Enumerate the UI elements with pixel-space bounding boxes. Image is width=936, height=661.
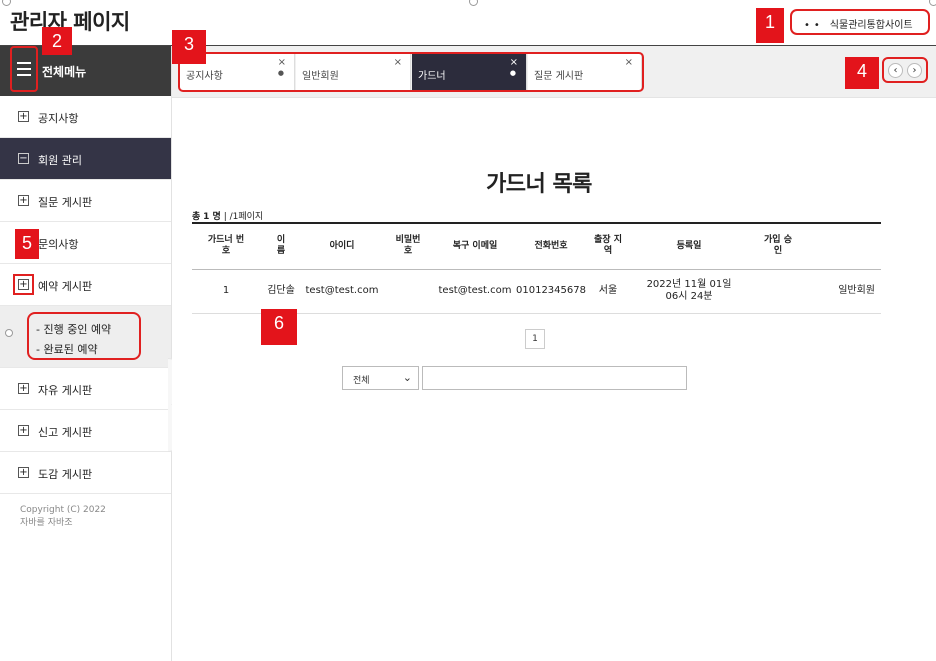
marker-2: 2 bbox=[42, 27, 72, 55]
handle-icon bbox=[5, 329, 13, 337]
submenu-item-ongoing[interactable]: - 진행 중인 예약 bbox=[36, 321, 111, 337]
tab-bar: 공지사항 × ● 일반회원 × 가드너 × ● 질문 게시판 × ‹ › bbox=[172, 46, 936, 98]
expand-icon: + bbox=[18, 195, 29, 206]
sidebar-item-label: 문의사항 bbox=[38, 238, 79, 251]
hamburger-menu-icon[interactable] bbox=[10, 46, 38, 92]
expand-icon: + bbox=[18, 383, 29, 394]
sidebar-item-free-board[interactable]: + 자유 게시판 bbox=[0, 368, 171, 410]
record-count: 총 1 명 | /1페이지 bbox=[192, 212, 264, 222]
sidebar-item-label: 도감 게시판 bbox=[38, 468, 93, 481]
copyright: Copyright (C) 2022 자바를 자바조 bbox=[20, 505, 106, 528]
sidebar-item-label: 신고 게시판 bbox=[38, 426, 93, 439]
tab-prev-button[interactable]: ‹ bbox=[888, 63, 903, 78]
col-name: 이름 bbox=[260, 222, 302, 270]
gardener-table: 가드너 번호 이름 아이디 비밀번호 복구 이메일 전화번호 출장 지역 등록일… bbox=[192, 222, 881, 314]
search-type-select[interactable]: 전체 ⌄ bbox=[342, 366, 419, 390]
col-number: 가드너 번호 bbox=[192, 222, 260, 270]
sidebar-item-report[interactable]: + 신고 게시판 bbox=[0, 410, 171, 452]
search-input[interactable] bbox=[422, 366, 687, 390]
expand-icon: + bbox=[18, 425, 29, 436]
expand-icon: + bbox=[18, 467, 29, 478]
col-recovery-email: 복구 이메일 bbox=[434, 222, 516, 270]
marker-4: 4 bbox=[845, 57, 879, 89]
page-button[interactable]: 1 bbox=[525, 329, 545, 349]
col-id: 아이디 bbox=[302, 222, 382, 270]
table-row[interactable]: 1 김단솔 test@test.com test@test.com 010123… bbox=[192, 269, 881, 314]
sidebar-item-notice[interactable]: + 공지사항 bbox=[0, 96, 171, 138]
sidebar-menu-title: 전체메뉴 bbox=[42, 65, 87, 79]
sidebar-item-label: 예약 게시판 bbox=[38, 280, 93, 293]
sidebar-item-questions[interactable]: + 질문 게시판 bbox=[0, 180, 171, 222]
tab-next-button[interactable]: › bbox=[907, 63, 922, 78]
main-content: 가드너 목록 총 1 명 | /1페이지 가드너 번호 이름 아이디 비밀번호 … bbox=[172, 98, 936, 661]
highlight-box bbox=[178, 52, 644, 92]
marker-3: 3 bbox=[172, 30, 206, 64]
handle-icon bbox=[929, 0, 936, 6]
col-approval: 가입 승인 bbox=[748, 222, 808, 270]
expand-icon[interactable]: + bbox=[13, 274, 34, 295]
collapse-icon: − bbox=[18, 153, 29, 164]
marker-6: 6 bbox=[261, 309, 297, 345]
col-phone: 전화번호 bbox=[516, 222, 586, 270]
site-link-label: 식물관리통합사이트 bbox=[829, 20, 913, 31]
marker-5: 5 bbox=[15, 229, 39, 259]
bullet-icon: •• bbox=[804, 20, 824, 31]
app-header: 관리자 페이지 •• 식물관리통합사이트 bbox=[0, 0, 936, 46]
sidebar-item-members[interactable]: − 회원 관리 bbox=[0, 138, 171, 180]
reservation-submenu: - 진행 중인 예약 - 완료된 예약 bbox=[0, 306, 171, 368]
submenu-item-completed[interactable]: - 완료된 예약 bbox=[36, 341, 98, 357]
col-registered: 등록일 bbox=[630, 222, 748, 270]
sidebar-item-reservation[interactable]: + 예약 게시판 bbox=[0, 264, 171, 306]
sidebar-item-label: 자유 게시판 bbox=[38, 384, 93, 397]
table-header-row: 가드너 번호 이름 아이디 비밀번호 복구 이메일 전화번호 출장 지역 등록일… bbox=[192, 222, 881, 270]
sidebar-header: 전체메뉴 bbox=[0, 46, 171, 96]
sidebar-item-encyclopedia[interactable]: + 도감 게시판 bbox=[0, 452, 171, 494]
marker-1: 1 bbox=[756, 8, 784, 43]
sidebar-item-label: 회원 관리 bbox=[38, 154, 82, 167]
chevron-down-icon: ⌄ bbox=[402, 371, 412, 384]
list-title: 가드너 목록 bbox=[486, 172, 592, 197]
sidebar-item-label: 질문 게시판 bbox=[38, 196, 93, 209]
site-link[interactable]: •• 식물관리통합사이트 bbox=[790, 9, 930, 35]
expand-icon: + bbox=[18, 111, 29, 122]
col-password: 비밀번호 bbox=[382, 222, 434, 270]
sidebar-item-label: 공지사항 bbox=[38, 112, 79, 125]
sidebar: 전체메뉴 + 공지사항 − 회원 관리 + 질문 게시판 + 문의사항 + 예약… bbox=[0, 46, 172, 661]
col-region: 출장 지역 bbox=[586, 222, 630, 270]
